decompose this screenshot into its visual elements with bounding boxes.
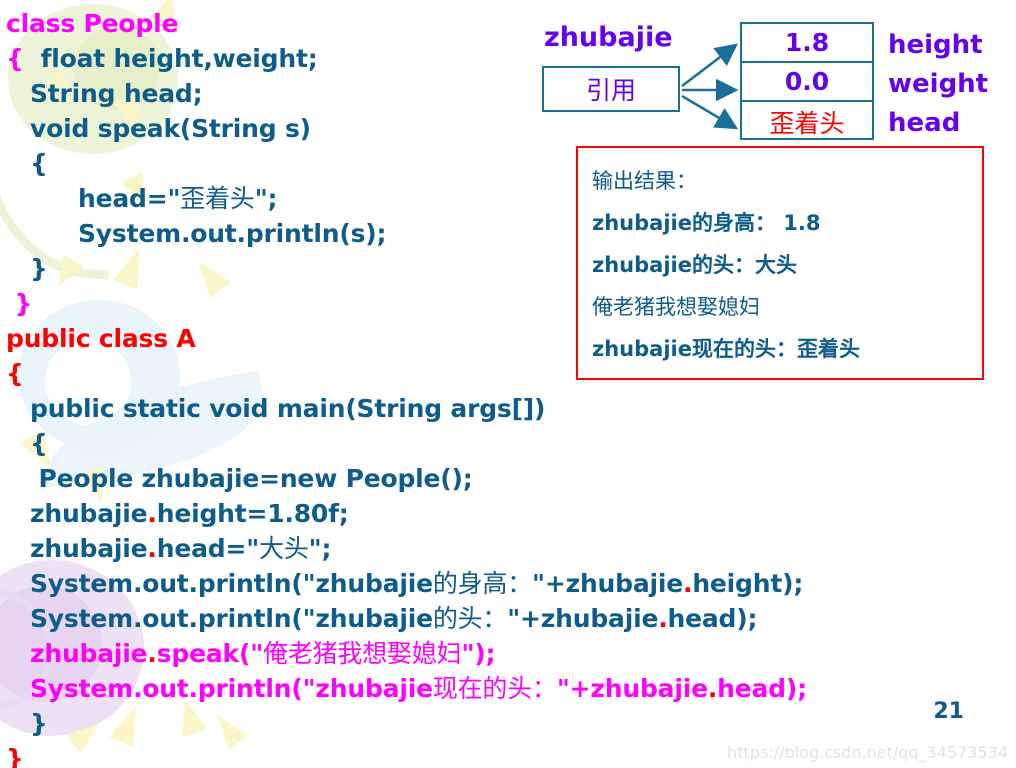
output-line: 俺老猪我想娶媳妇 xyxy=(592,286,982,328)
output-line: zhubajie的头：大头 xyxy=(592,244,982,286)
output-line-text: zhubajie现在的头：歪着头 xyxy=(592,337,860,361)
arrow-to-height xyxy=(681,43,738,87)
variable-name-label: zhubajie xyxy=(544,22,673,53)
field-name-labels: height weight head xyxy=(888,26,988,143)
reference-box-label: 引用 xyxy=(585,76,636,105)
output-line: zhubajie现在的头：歪着头 xyxy=(592,328,982,370)
program-output-box: 输出结果： zhubajie的身高： 1.8 zhubajie的头：大头 俺老猪… xyxy=(576,146,984,380)
page-number: 21 xyxy=(933,699,964,724)
field-value-weight: 0.0 xyxy=(742,63,872,102)
field-label-height: height xyxy=(888,30,983,60)
field-label-weight: weight xyxy=(888,69,989,99)
slide-canvas: class People{ float height,weight; String… xyxy=(0,0,1016,768)
object-fields-box: 1.8 0.0 歪着头 xyxy=(740,22,874,140)
output-line-text: 俺老猪我想娶媳妇 xyxy=(592,295,760,319)
reference-box: 引用 xyxy=(542,66,680,112)
output-line: zhubajie的身高： 1.8 xyxy=(592,202,982,244)
source-watermark: https://blog.csdn.net/qq_34573534 xyxy=(727,743,1008,762)
field-value-head: 歪着头 xyxy=(769,108,845,138)
output-heading: 输出结果： xyxy=(592,169,697,193)
output-line-text: zhubajie的身高： 1.8 xyxy=(592,211,821,235)
field-label-head: head xyxy=(888,108,961,138)
arrow-to-head xyxy=(681,94,739,130)
field-value-height: 1.8 xyxy=(742,24,872,63)
output-line-text: zhubajie的头：大头 xyxy=(592,253,797,277)
